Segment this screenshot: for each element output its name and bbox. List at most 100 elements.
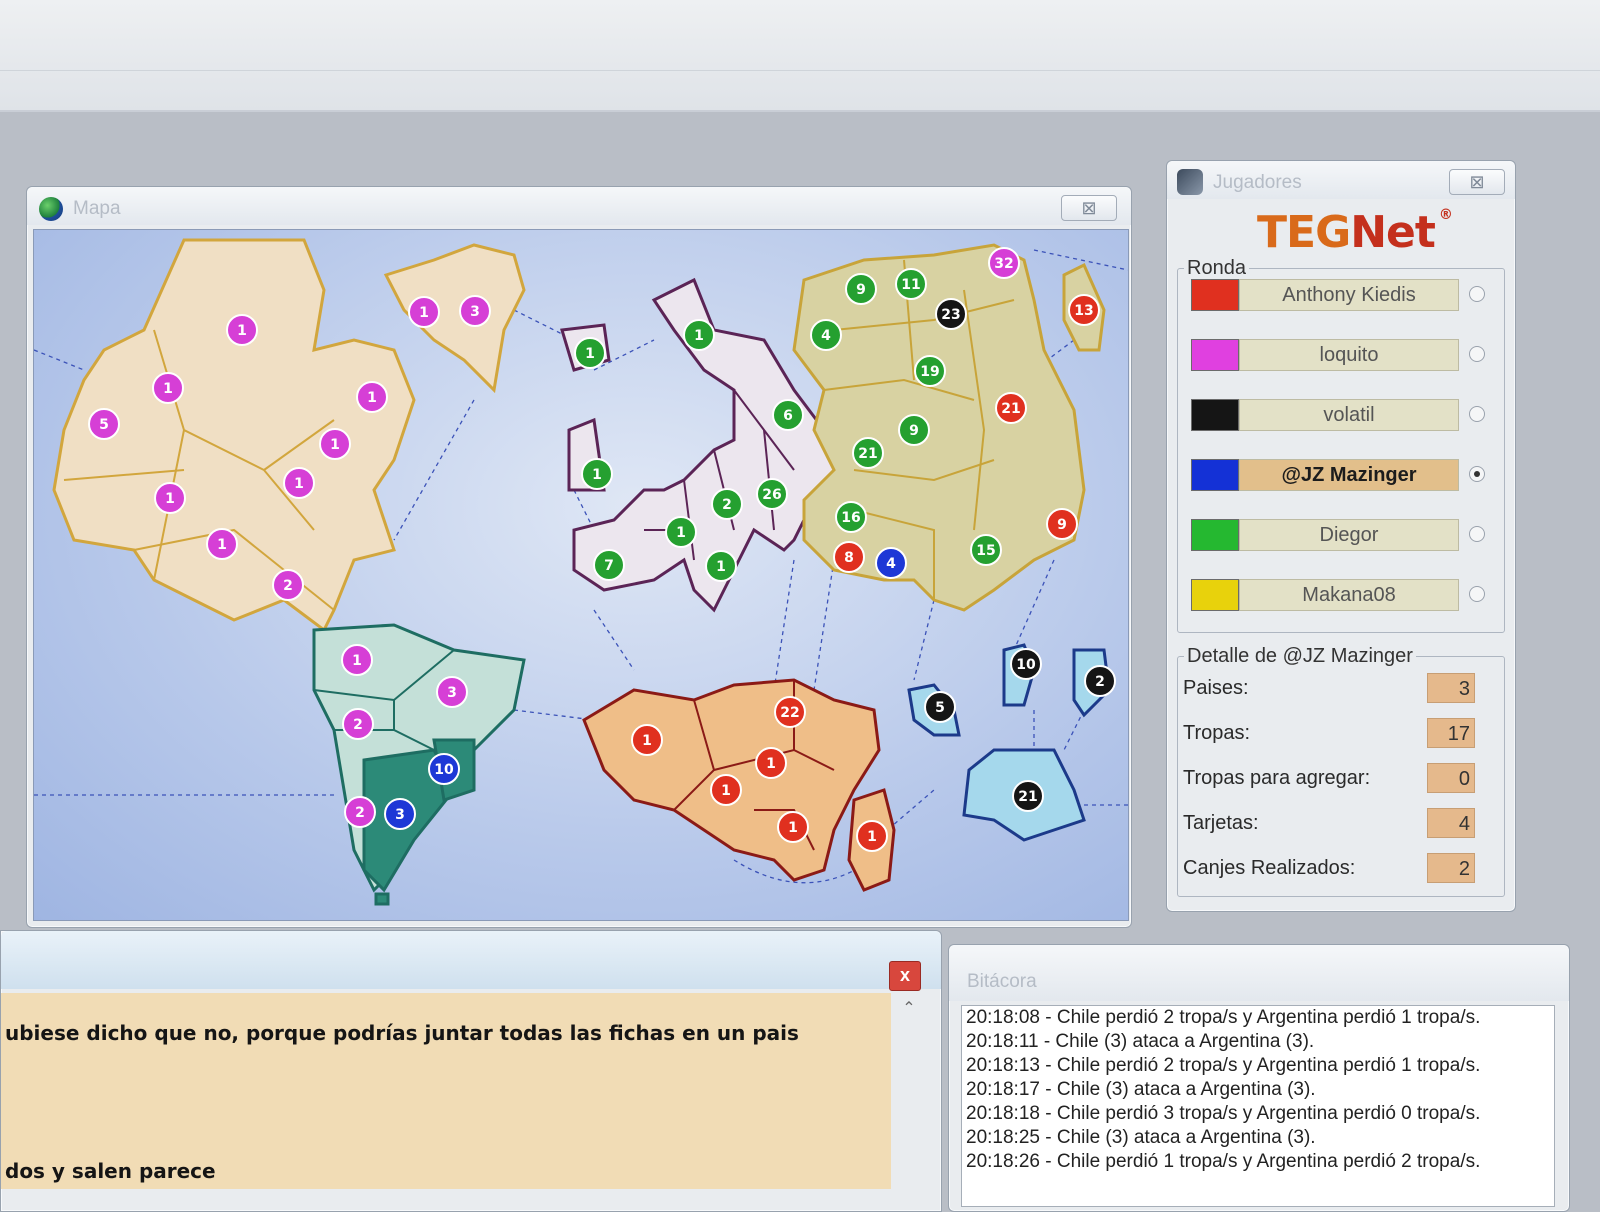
army-marker[interactable]: 16 [835,501,867,533]
army-marker[interactable]: 1 [574,337,606,369]
players-title: Jugadores [1213,172,1302,193]
army-count: 11 [901,277,920,293]
army-marker[interactable]: 3 [436,676,468,708]
army-marker[interactable]: 1 [631,724,663,756]
army-marker[interactable]: 5 [924,691,956,723]
army-marker[interactable]: 22 [774,696,806,728]
army-count: 2 [353,717,363,733]
army-marker[interactable]: 1 [408,296,440,328]
army-count: 5 [935,700,945,716]
army-count: 3 [470,304,480,320]
chat-line: dos y salen parece [5,1159,216,1183]
map-titlebar[interactable]: Mapa ⊠ [27,187,1131,225]
army-count: 7 [604,558,614,574]
army-marker[interactable]: 5 [88,408,120,440]
chat-scroll-up-icon[interactable]: ⌃ [897,997,921,1021]
army-marker[interactable]: 1 [683,319,715,351]
player-row[interactable]: volatil [1191,397,1491,433]
army-marker[interactable]: 1 [226,314,258,346]
army-marker[interactable]: 1 [319,428,351,460]
player-row[interactable]: loquito [1191,337,1491,373]
army-marker[interactable]: 1 [356,381,388,413]
army-marker[interactable]: 11 [895,268,927,300]
player-turn-radio[interactable] [1469,466,1485,482]
stat-row: Tropas: 17 [1183,716,1483,756]
player-turn-radio[interactable] [1469,586,1485,602]
army-marker[interactable]: 1 [777,811,809,843]
stat-value: 17 [1427,718,1475,748]
map-title: Mapa [73,198,121,219]
army-marker[interactable]: 6 [772,399,804,431]
army-marker[interactable]: 15 [970,534,1002,566]
army-count: 16 [841,510,860,526]
player-turn-radio[interactable] [1469,406,1485,422]
player-color-swatch [1191,399,1239,431]
player-row[interactable]: Makana08 [1191,577,1491,613]
army-count: 3 [395,807,405,823]
army-marker[interactable]: 10 [1010,648,1042,680]
army-marker[interactable]: 9 [845,273,877,305]
army-marker[interactable]: 1 [283,467,315,499]
stat-value: 4 [1427,808,1475,838]
chat-close-button[interactable]: x [889,961,921,991]
army-marker[interactable]: 9 [1046,508,1078,540]
world-map[interactable]: 1 1 5 1 1 1 1 1 1 2 3 1 3 2 10 2 3 1 1 1 6 2 26 1 7 1 9 11 23 32 13 4 19… [33,229,1129,921]
army-marker[interactable]: 32 [988,247,1020,279]
army-marker[interactable]: 1 [152,372,184,404]
player-row[interactable]: Diegor [1191,517,1491,553]
army-count: 1 [237,323,247,339]
army-marker[interactable]: 2 [342,708,374,740]
army-marker[interactable]: 2 [711,488,743,520]
stat-label: Tropas para agregar: [1183,767,1371,789]
players-titlebar[interactable]: Jugadores ⊠ [1167,161,1515,199]
log-window: Bitácora 20:18:08 - Chile perdió 2 tropa… [948,944,1570,1212]
army-marker[interactable]: 1 [206,528,238,560]
army-marker[interactable]: 2 [344,796,376,828]
chat-message-area[interactable]: ubiese dicho que no, porque podrías junt… [1,993,891,1189]
players-close-button[interactable]: ⊠ [1449,169,1505,195]
army-marker[interactable]: 9 [898,414,930,446]
army-marker[interactable]: 4 [810,319,842,351]
log-titlebar[interactable]: Bitácora [949,945,1569,1001]
army-marker[interactable]: 2 [272,569,304,601]
stat-value: 2 [1427,853,1475,883]
army-marker[interactable]: 3 [384,798,416,830]
army-marker[interactable]: 10 [428,753,460,785]
log-list[interactable]: 20:18:08 - Chile perdió 2 tropa/s y Arge… [961,1005,1555,1207]
player-name: Anthony Kiedis [1239,279,1459,311]
army-marker[interactable]: 1 [710,774,742,806]
army-marker[interactable]: 2 [1084,665,1116,697]
chat-line: ubiese dicho que no, porque podrías junt… [5,1021,799,1045]
army-marker[interactable]: 1 [154,482,186,514]
player-row[interactable]: Anthony Kiedis [1191,277,1491,313]
army-marker[interactable]: 3 [459,295,491,327]
army-count: 1 [676,525,686,541]
army-marker[interactable]: 1 [665,516,697,548]
army-marker[interactable]: 23 [935,298,967,330]
army-marker[interactable]: 1 [856,820,888,852]
map-svg: 11511111123132102 3111622617 19 11233213419… [34,238,1128,906]
army-count: 2 [283,578,293,594]
army-marker[interactable]: 1 [581,458,613,490]
army-marker[interactable]: 1 [755,747,787,779]
army-marker[interactable]: 7 [593,549,625,581]
army-marker[interactable]: 19 [914,355,946,387]
army-marker[interactable]: 4 [875,547,907,579]
map-window: Mapa ⊠ 1 1 5 1 1 1 1 1 1 2 3 1 3 2 10 2 … [26,186,1132,928]
army-marker[interactable]: 26 [756,478,788,510]
player-turn-radio[interactable] [1469,346,1485,362]
army-marker[interactable]: 1 [341,644,373,676]
window-top-band [0,0,1600,112]
player-turn-radio[interactable] [1469,286,1485,302]
map-close-button[interactable]: ⊠ [1061,195,1117,221]
army-marker[interactable]: 13 [1068,294,1100,326]
army-marker[interactable]: 21 [995,392,1027,424]
army-marker[interactable]: 21 [852,437,884,469]
army-count: 21 [1018,789,1037,805]
army-marker[interactable]: 8 [833,541,865,573]
player-row[interactable]: @JZ Mazinger [1191,457,1491,493]
player-turn-radio[interactable] [1469,526,1485,542]
army-marker[interactable]: 21 [1012,780,1044,812]
army-marker[interactable]: 1 [705,550,737,582]
chat-titlebar[interactable]: x [1,931,941,991]
